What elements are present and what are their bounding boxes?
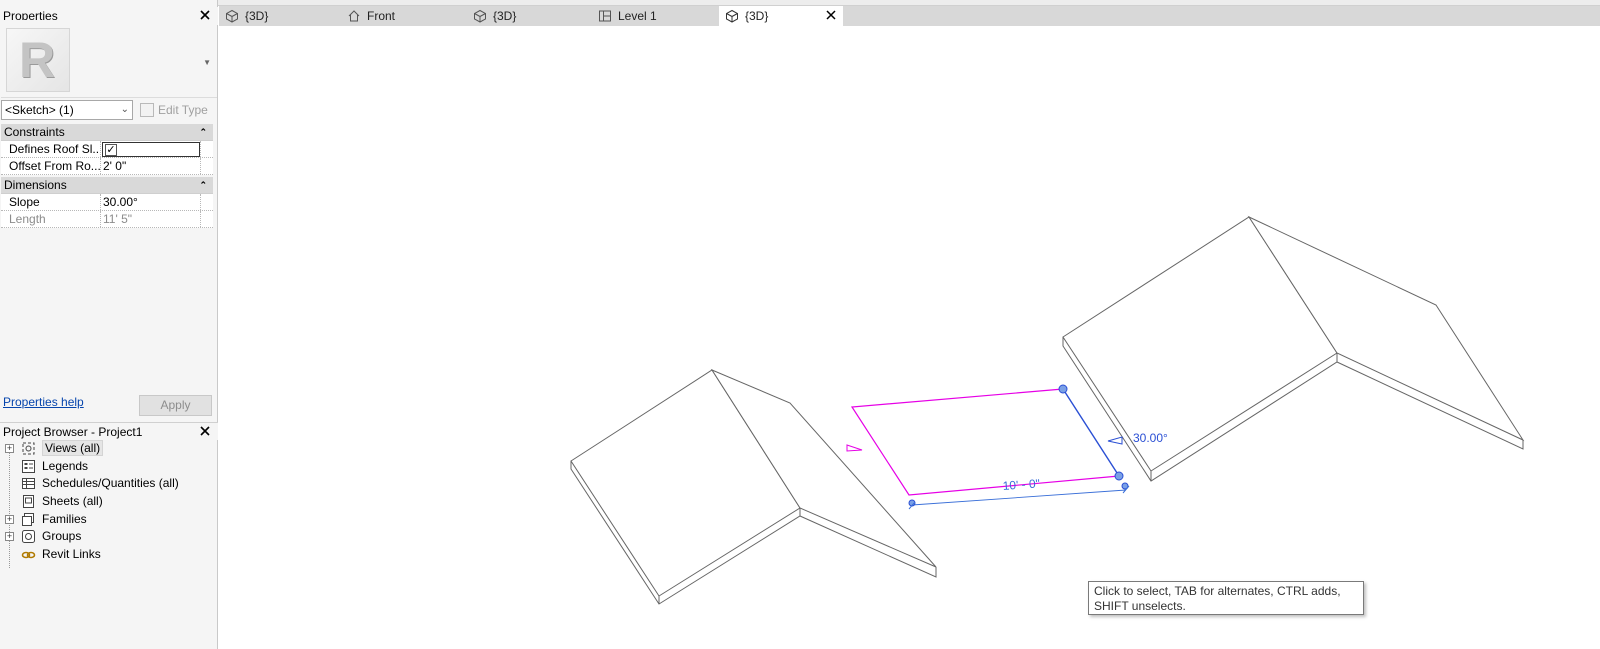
tree-item-families[interactable]: + Families <box>0 511 216 529</box>
properties-table-constraints: Constraints ⌃ Defines Roof Sl... ✓ Offse… <box>1 124 213 175</box>
3d-viewport[interactable]: 30.00° 10' - 0" <box>219 26 1600 649</box>
3d-view-icon <box>726 9 738 23</box>
schedule-icon <box>22 478 35 490</box>
property-value[interactable]: 2' 0" <box>101 158 201 174</box>
tree-item-legends[interactable]: Legends <box>0 458 216 476</box>
tree-item-schedules[interactable]: Schedules/Quantities (all) <box>0 475 216 493</box>
group-header-dimensions[interactable]: Dimensions ⌃ <box>1 177 213 194</box>
tab-label: {3D} <box>493 9 517 23</box>
tree-item-label: Legends <box>42 458 89 473</box>
tree-item-groups[interactable]: + Groups <box>0 528 216 546</box>
defines-roof-slope-field[interactable]: ✓ <box>102 142 200 157</box>
floor-plan-icon <box>599 10 611 22</box>
project-browser-title-bar: Project Browser - Project1 <box>0 422 218 440</box>
property-row-slope[interactable]: Slope 30.00° <box>1 194 213 211</box>
tab-label: {3D} <box>745 9 769 23</box>
project-browser-tree: + Views (all) Legends Schedules/Quantiti… <box>0 440 216 564</box>
tab-label: {3D} <box>245 9 269 23</box>
tree-item-label: Revit Links <box>42 547 101 562</box>
revit-logo-thumbnail: R <box>6 28 70 92</box>
roof-sketch-boundary[interactable] <box>846 388 1120 496</box>
tree-item-revit-links[interactable]: Revit Links <box>0 546 216 564</box>
tab-3d-1[interactable]: {3D} <box>219 6 339 26</box>
checkbox-checked-icon[interactable]: ✓ <box>105 144 117 156</box>
property-value[interactable]: ✓ <box>101 141 201 157</box>
properties-help-link[interactable]: Properties help <box>3 395 84 409</box>
families-icon <box>22 512 34 526</box>
sheet-icon <box>23 495 34 509</box>
right-roof[interactable] <box>1062 215 1525 482</box>
view-tab-bar: {3D} Front {3D} Level 1 {3D} <box>219 6 1600 26</box>
elevation-icon <box>348 10 360 22</box>
property-row-length: Length 11' 5" <box>1 211 213 228</box>
edit-type-button[interactable]: Edit Type <box>140 100 208 120</box>
tab-label: Level 1 <box>618 9 657 23</box>
dimension-annotation[interactable]: 10' - 0" <box>1002 476 1040 493</box>
tab-3d-2[interactable]: {3D} <box>467 6 587 26</box>
property-value: 11' 5" <box>101 211 201 227</box>
3d-model-canvas[interactable]: 30.00° 10' - 0" <box>219 26 1600 649</box>
group-header-constraints[interactable]: Constraints ⌃ <box>1 124 213 141</box>
property-name: Offset From Ro... <box>1 158 101 174</box>
3d-view-icon <box>226 9 238 23</box>
collapse-icon[interactable]: ⌃ <box>199 124 207 141</box>
chevron-down-icon[interactable]: ▼ <box>203 58 211 67</box>
tree-item-label: Groups <box>42 529 82 544</box>
tree-item-label: Views (all) <box>42 440 104 456</box>
type-selector[interactable]: R ▼ <box>1 20 217 98</box>
instance-selector-value: <Sketch> (1) <box>5 103 74 117</box>
tab-front[interactable]: Front <box>341 6 461 26</box>
expand-icon[interactable]: + <box>5 514 14 524</box>
chevron-down-icon: ⌄ <box>120 104 129 115</box>
3d-view-icon <box>474 9 486 23</box>
views-icon <box>22 442 35 455</box>
property-name: Length <box>1 211 101 227</box>
property-value[interactable]: 30.00° <box>101 194 201 210</box>
instance-selector-dropdown[interactable]: <Sketch> (1) ⌄ <box>1 100 133 120</box>
property-name: Slope <box>1 194 101 210</box>
tab-level-1[interactable]: Level 1 <box>592 6 716 26</box>
project-browser-title: Project Browser - Project1 <box>3 425 143 439</box>
expand-icon[interactable]: + <box>5 444 14 453</box>
close-icon[interactable] <box>198 424 212 438</box>
tree-item-views[interactable]: + Views (all) <box>0 440 216 458</box>
left-panel: Properties R ▼ <Sketch> (1) ⌄ Edit Type … <box>0 0 218 649</box>
edit-type-icon <box>140 103 154 117</box>
status-tooltip: Click to select, TAB for alternates, CTR… <box>1088 581 1364 615</box>
property-name: Defines Roof Sl... <box>1 141 101 157</box>
legend-icon <box>22 459 35 473</box>
tree-item-label: Sheets (all) <box>42 494 103 509</box>
tab-3d-active[interactable]: {3D} <box>719 6 843 26</box>
tree-item-label: Schedules/Quantities (all) <box>42 476 179 491</box>
group-name: Dimensions <box>4 178 67 192</box>
tree-item-sheets[interactable]: Sheets (all) <box>0 493 216 511</box>
collapse-icon[interactable]: ⌃ <box>199 177 207 194</box>
slope-annotation[interactable]: 30.00° <box>1133 431 1168 445</box>
property-row-defines-roof-slope[interactable]: Defines Roof Sl... ✓ <box>1 141 213 158</box>
revit-links-icon <box>21 551 36 559</box>
group-name: Constraints <box>4 125 65 139</box>
tab-label: Front <box>367 9 396 23</box>
close-icon[interactable] <box>825 9 837 21</box>
tree-item-label: Families <box>42 511 87 526</box>
apply-button[interactable]: Apply <box>139 395 212 416</box>
revit-logo-letter: R <box>19 32 56 88</box>
properties-table-dimensions: Dimensions ⌃ Slope 30.00° Length 11' 5" <box>1 177 213 228</box>
groups-icon <box>22 530 35 544</box>
property-row-offset-from-roof-base[interactable]: Offset From Ro... 2' 0" <box>1 158 213 175</box>
edit-type-label: Edit Type <box>158 103 208 117</box>
expand-icon[interactable]: + <box>5 532 14 542</box>
